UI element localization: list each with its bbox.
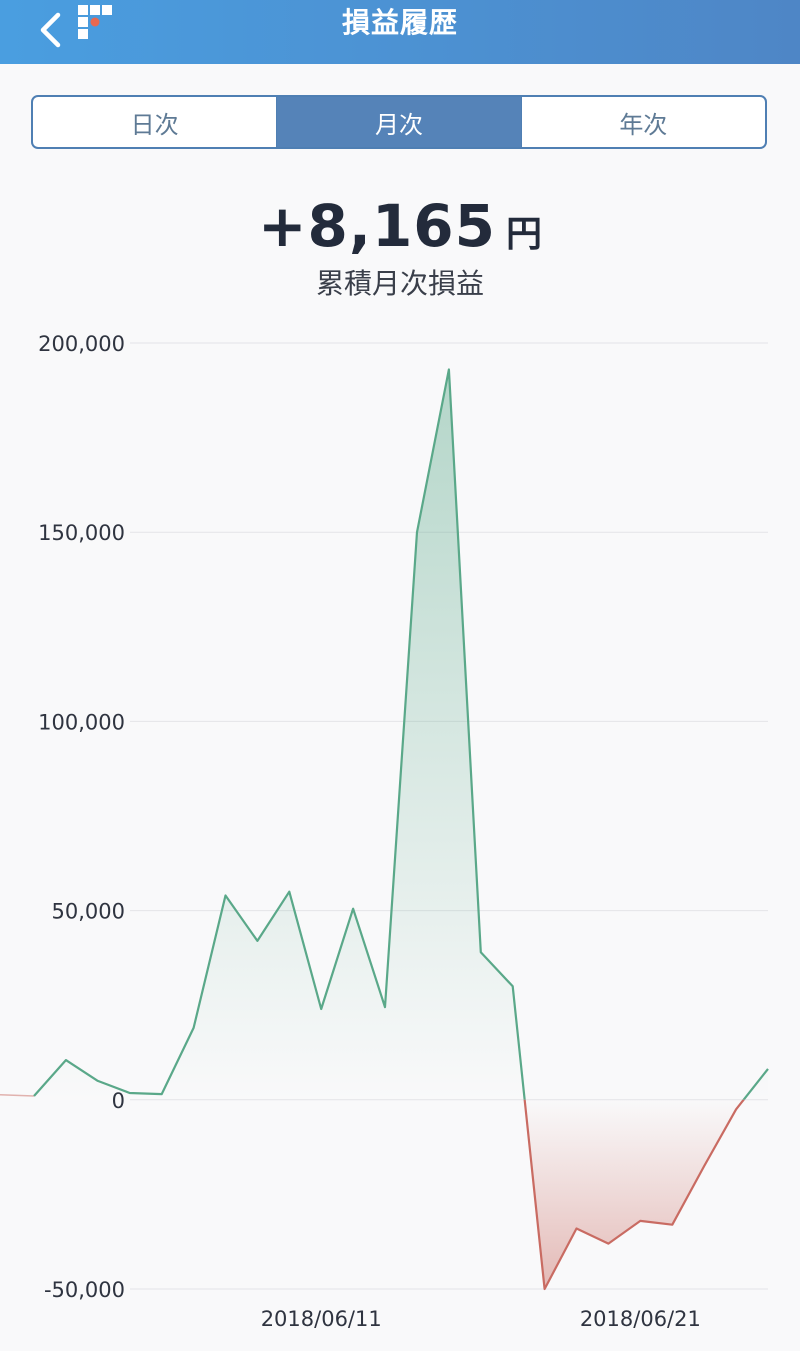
pnl-chart: 200,000150,000100,00050,0000-50,000 2018… <box>0 332 770 1331</box>
data-point <box>96 1079 100 1083</box>
data-point <box>606 1242 610 1246</box>
period-segmented-control: 日次 月次 年次 <box>31 95 767 149</box>
data-point <box>447 368 451 372</box>
data-point <box>64 1058 68 1062</box>
data-point <box>479 950 483 954</box>
data-point <box>192 1026 196 1030</box>
data-point <box>383 1005 387 1009</box>
lead-in-line <box>0 1094 35 1097</box>
data-point <box>128 1091 132 1095</box>
data-point <box>255 939 259 943</box>
total-pnl-unit: 円 <box>506 214 543 255</box>
tab-monthly[interactable]: 月次 <box>276 97 521 147</box>
total-pnl-value: +8,165 <box>257 192 497 260</box>
data-point <box>319 1007 323 1011</box>
data-point <box>670 1223 674 1227</box>
y-tick-label: -50,000 <box>44 1278 125 1302</box>
total-pnl: +8,165 円 <box>0 192 800 260</box>
data-point <box>32 1094 36 1098</box>
data-point <box>351 907 355 911</box>
total-pnl-label: 累積月次損益 <box>315 267 484 300</box>
data-point <box>511 984 515 988</box>
data-point <box>415 530 419 534</box>
data-point <box>734 1107 738 1111</box>
data-point <box>224 894 228 898</box>
app-header: 損益履歴 <box>0 0 800 64</box>
data-point <box>543 1287 547 1291</box>
x-tick-label: 2018/06/11 <box>261 1307 382 1331</box>
y-tick-label: 50,000 <box>52 900 125 924</box>
x-axis-ticks: 2018/06/11 2018/06/21 <box>261 1307 701 1331</box>
x-tick-label: 2018/06/21 <box>580 1307 701 1331</box>
data-point <box>575 1227 579 1231</box>
tab-yearly[interactable]: 年次 <box>520 97 765 147</box>
data-point <box>766 1067 770 1071</box>
y-tick-label: 200,000 <box>38 332 125 356</box>
data-point <box>702 1164 706 1168</box>
y-tick-label: 150,000 <box>38 521 125 545</box>
y-axis-ticks: 200,000150,000100,00050,0000-50,000 <box>38 332 125 1302</box>
data-point <box>287 890 291 894</box>
y-tick-label: 100,000 <box>38 710 125 734</box>
page-title: 損益履歴 <box>341 6 458 39</box>
data-point <box>638 1219 642 1223</box>
tab-daily[interactable]: 日次 <box>33 97 276 147</box>
data-point <box>160 1092 164 1096</box>
series-area <box>34 369 768 1289</box>
